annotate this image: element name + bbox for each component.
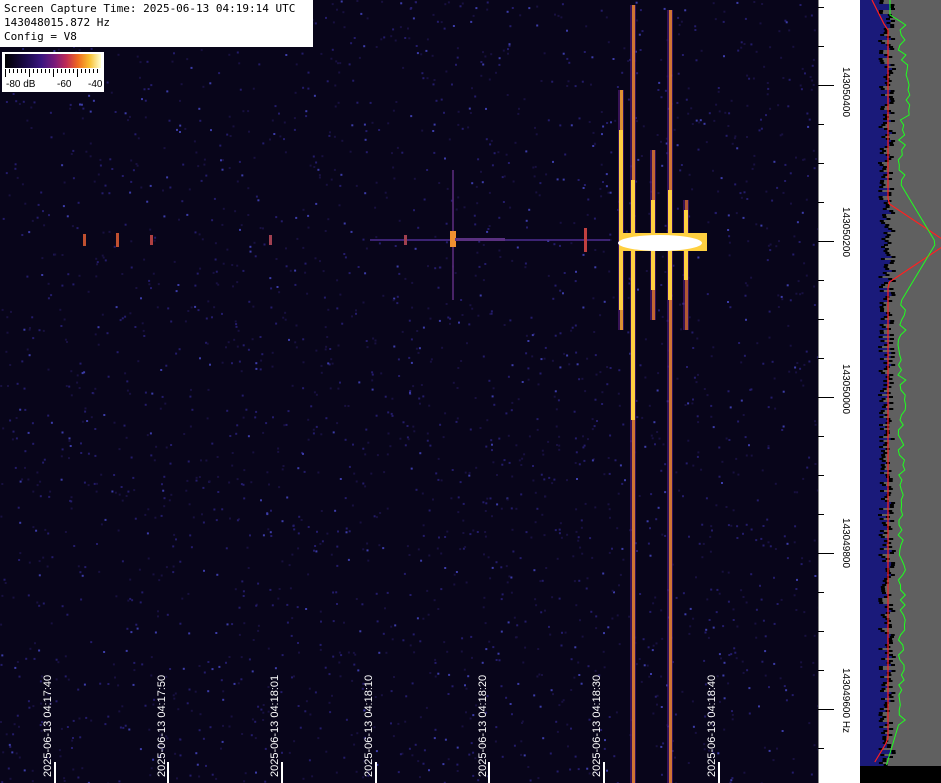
axis-line [818, 0, 819, 783]
color-scale-mid-label: -60 [57, 79, 72, 90]
config-text: Config = V8 [4, 30, 77, 43]
spectrum-profile-panel [860, 0, 941, 783]
spectrogram-window: Screen Capture Time: 2025-06-13 04:19:14… [0, 0, 941, 783]
frequency-label: 143050400 [840, 67, 851, 118]
color-scale-legend: -80 dB -60 -40 [2, 52, 104, 92]
signal-traces [83, 5, 707, 783]
color-scale-min-label: -80 dB [6, 79, 36, 90]
time-label: 2025-06-13 04:18:01 [269, 674, 281, 777]
frequency-axis-ticks [818, 0, 834, 783]
color-scale-ticks [5, 69, 98, 77]
waterfall-display[interactable]: Screen Capture Time: 2025-06-13 04:19:14… [0, 0, 818, 783]
frequency-text: 143048015.872 Hz [4, 16, 110, 29]
color-scale-max-label: -40 [88, 79, 103, 90]
capture-info-box: Screen Capture Time: 2025-06-13 04:19:14… [0, 0, 313, 47]
spectrum-profile-plot [860, 0, 941, 783]
time-label: 2025-06-13 04:17:40 [42, 674, 54, 777]
time-label: 2025-06-13 04:17:50 [156, 674, 168, 777]
noise-speckle [0, 0, 818, 783]
frequency-label: 143050200 [840, 207, 851, 258]
frequency-label: 143050000 [840, 364, 851, 415]
frequency-label: 143049800 [840, 518, 851, 569]
freq-ticks [818, 7, 834, 749]
color-scale-gradient [5, 54, 101, 68]
waterfall-canvas [0, 0, 818, 783]
time-label: 2025-06-13 04:18:20 [477, 674, 489, 777]
frequency-axis: 143050400 143050200 143050000 143049800 … [818, 0, 860, 783]
frequency-label: 143049600 Hz [840, 668, 851, 734]
time-label: 2025-06-13 04:18:40 [706, 674, 718, 777]
time-ticks [54, 762, 720, 783]
time-label: 2025-06-13 04:18:10 [363, 674, 375, 777]
capture-time-text: Screen Capture Time: 2025-06-13 04:19:14… [4, 2, 296, 15]
time-label: 2025-06-13 04:18:30 [591, 674, 603, 777]
